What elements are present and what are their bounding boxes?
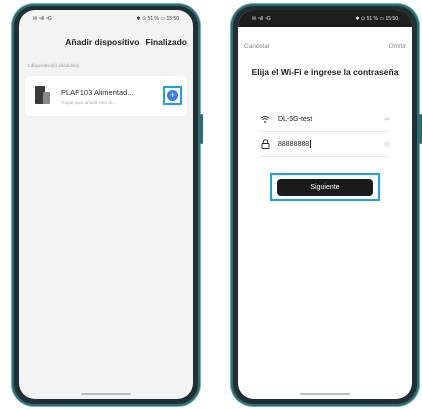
- eye-icon[interactable]: ◎: [384, 140, 390, 148]
- status-bar: ✉ ⁴ıll ⁴G ✱ ⊙ 51 % ▭ 15:50: [19, 10, 193, 27]
- home-indicator: [81, 393, 131, 395]
- done-button[interactable]: Finalizado: [145, 37, 187, 47]
- page-title: Añadir dispositivo: [65, 37, 140, 47]
- status-left: ✉ ⁴ıll ⁴G: [33, 15, 52, 22]
- device-image: [33, 84, 51, 108]
- next-button-highlight: Siguiente: [270, 173, 380, 201]
- status-right: ✱ ⊙ 51 % ▭ 15:50: [136, 15, 179, 22]
- phone-left: ✉ ⁴ıll ⁴G ✱ ⊙ 51 % ▭ 15:50 Añadir dispos…: [12, 4, 203, 406]
- cancel-button[interactable]: Cancelar: [244, 43, 270, 50]
- phone-side-button: [200, 114, 203, 144]
- status-left: ✉ ⁴ıll ⁴G: [252, 15, 271, 22]
- phone-right: ✉ ⁴ıll ⁴G ✱ ⊙ 51 % ▭ 15:50 Cancelar Omit…: [231, 4, 422, 406]
- home-indicator: [300, 393, 350, 395]
- ssid-value: DL-5G-test: [278, 115, 313, 123]
- status-right: ✱ ⊙ 51 % ▭ 15:50: [355, 15, 398, 22]
- lock-icon: [260, 139, 270, 149]
- switch-icon[interactable]: ⇌: [384, 115, 390, 123]
- skip-button[interactable]: Omitir: [389, 43, 406, 50]
- wifi-setup-screen: ✉ ⁴ıll ⁴G ✱ ⊙ 51 % ▭ 15:50 Cancelar Omit…: [238, 10, 412, 399]
- device-subtitle: Toque para añadir este di...: [61, 99, 116, 105]
- ssid-field[interactable]: DL-5G-test ⇌: [260, 107, 390, 132]
- add-device-highlight: +: [163, 86, 182, 105]
- top-actions: Cancelar Omitir: [238, 27, 412, 50]
- wifi-icon: [260, 114, 270, 124]
- device-name: PLAF103 Alimentad...: [61, 87, 134, 97]
- password-field[interactable]: 88888888 ◎: [260, 132, 390, 157]
- wifi-title: Elija el Wi-Fi e ingrese la contraseña: [251, 67, 399, 77]
- text-cursor: [310, 140, 312, 148]
- device-card[interactable]: PLAF103 Alimentad... Toque para añadir e…: [25, 76, 187, 116]
- section-label: 1 dispositivo(s) añadido(s): [27, 63, 80, 68]
- add-device-screen: ✉ ⁴ıll ⁴G ✱ ⊙ 51 % ▭ 15:50 Añadir dispos…: [19, 10, 193, 399]
- next-button[interactable]: Siguiente: [277, 178, 373, 196]
- status-bar: ✉ ⁴ıll ⁴G ✱ ⊙ 51 % ▭ 15:50: [238, 10, 412, 27]
- header: Añadir dispositivo Finalizado: [19, 27, 193, 51]
- add-device-button[interactable]: +: [167, 90, 178, 101]
- password-value: 88888888: [278, 140, 310, 148]
